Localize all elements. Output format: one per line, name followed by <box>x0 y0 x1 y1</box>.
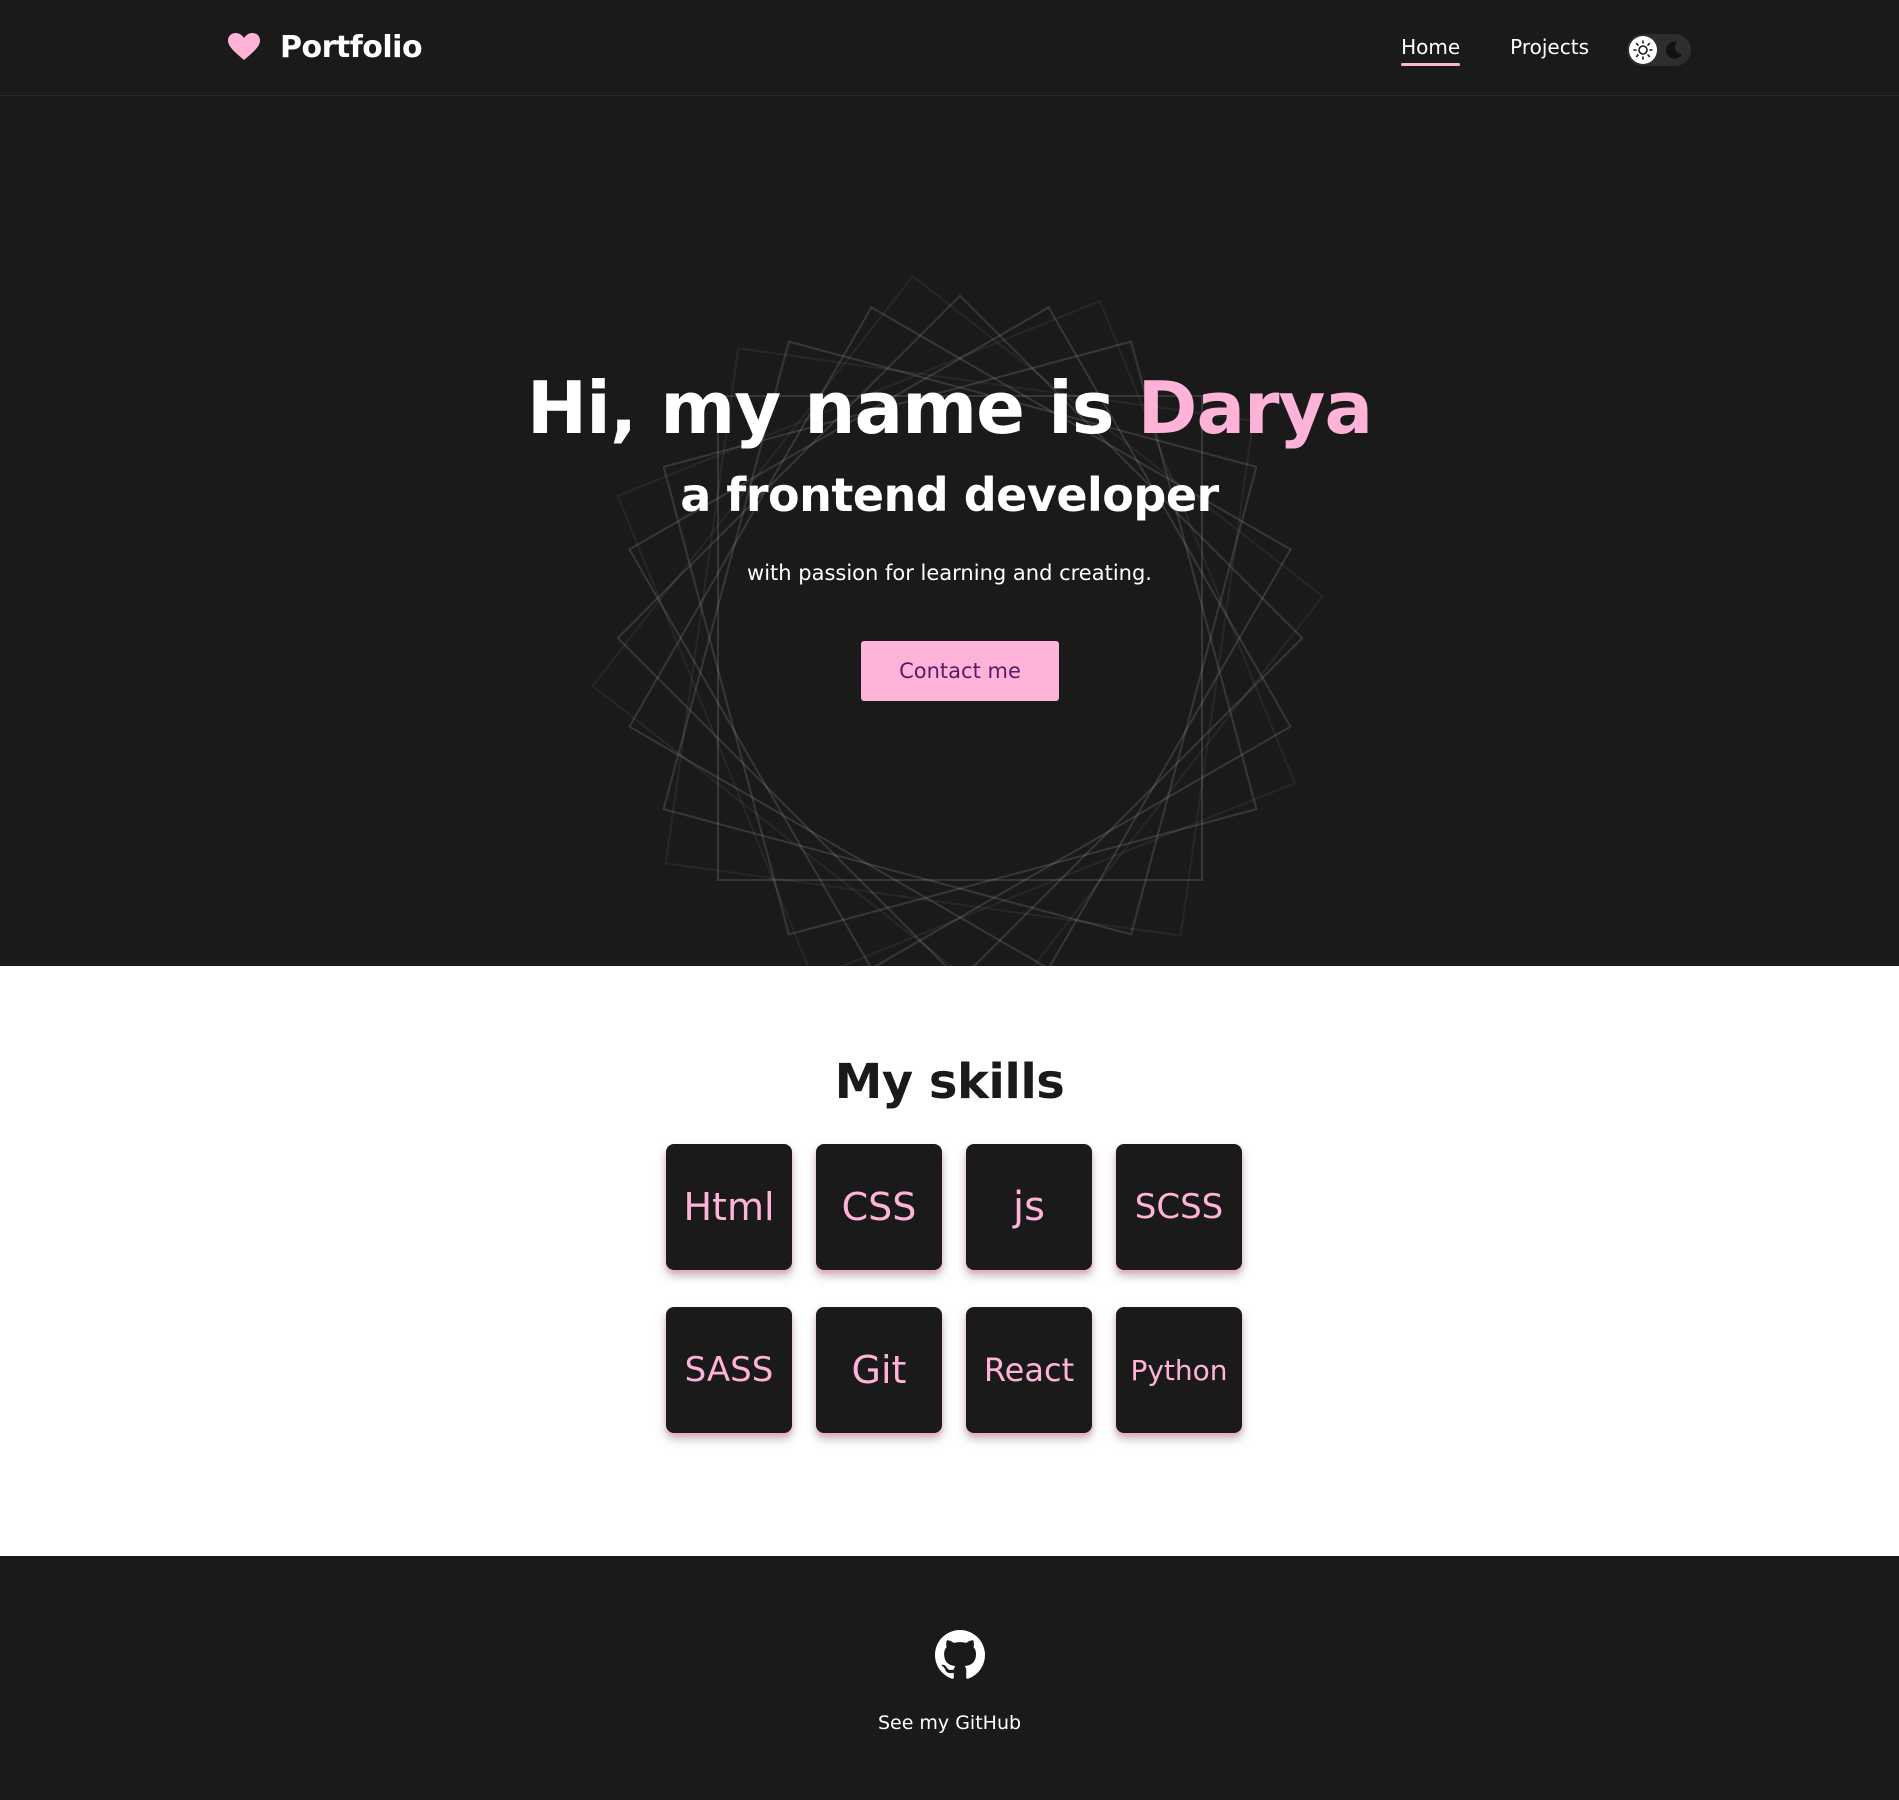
main-nav: Home Projects <box>1401 32 1691 66</box>
hero-subtitle: a frontend developer <box>680 468 1219 522</box>
skill-card-git: Git <box>816 1307 942 1433</box>
github-icon[interactable] <box>935 1630 985 1680</box>
heart-icon <box>228 33 260 61</box>
skills-title: My skills <box>834 1054 1065 1110</box>
hero-title: Hi, my name is Darya <box>0 368 1899 448</box>
skill-card-js: js <box>966 1144 1092 1270</box>
hero-tagline: with passion for learning and creating. <box>747 561 1152 585</box>
skill-card-html: Html <box>666 1144 792 1270</box>
hero-section: Hi, my name is Darya a frontend develope… <box>0 96 1899 966</box>
hero-title-prefix: Hi, my name is <box>526 366 1138 450</box>
github-link-label[interactable]: See my GitHub <box>0 1712 1899 1734</box>
hero-name: Darya <box>1137 366 1373 450</box>
site-header: Portfolio Home Projects <box>0 0 1899 96</box>
brand-logo-link[interactable]: Portfolio <box>228 27 423 67</box>
nav-link-projects[interactable]: Projects <box>1510 35 1589 63</box>
skill-card-python: Python <box>1116 1307 1242 1433</box>
skill-card-sass: SASS <box>666 1307 792 1433</box>
moon-icon <box>1663 39 1685 61</box>
rotating-squares-decoration <box>591 274 1324 966</box>
contact-me-button[interactable]: Contact me <box>861 641 1059 701</box>
nav-link-home[interactable]: Home <box>1401 35 1461 66</box>
site-footer: See my GitHub <box>0 1556 1899 1800</box>
skill-card-scss: SCSS <box>1116 1144 1242 1270</box>
theme-toggle[interactable] <box>1627 33 1691 66</box>
skill-card-react: React <box>966 1307 1092 1433</box>
sun-icon <box>1629 35 1657 64</box>
skill-card-css: CSS <box>816 1144 942 1270</box>
skills-grid: Html CSS js SCSS SASS Git React Python <box>666 1144 1242 1433</box>
skills-section: My skills Html CSS js SCSS SASS Git Reac… <box>0 966 1899 1556</box>
brand-name: Portfolio <box>280 29 423 65</box>
